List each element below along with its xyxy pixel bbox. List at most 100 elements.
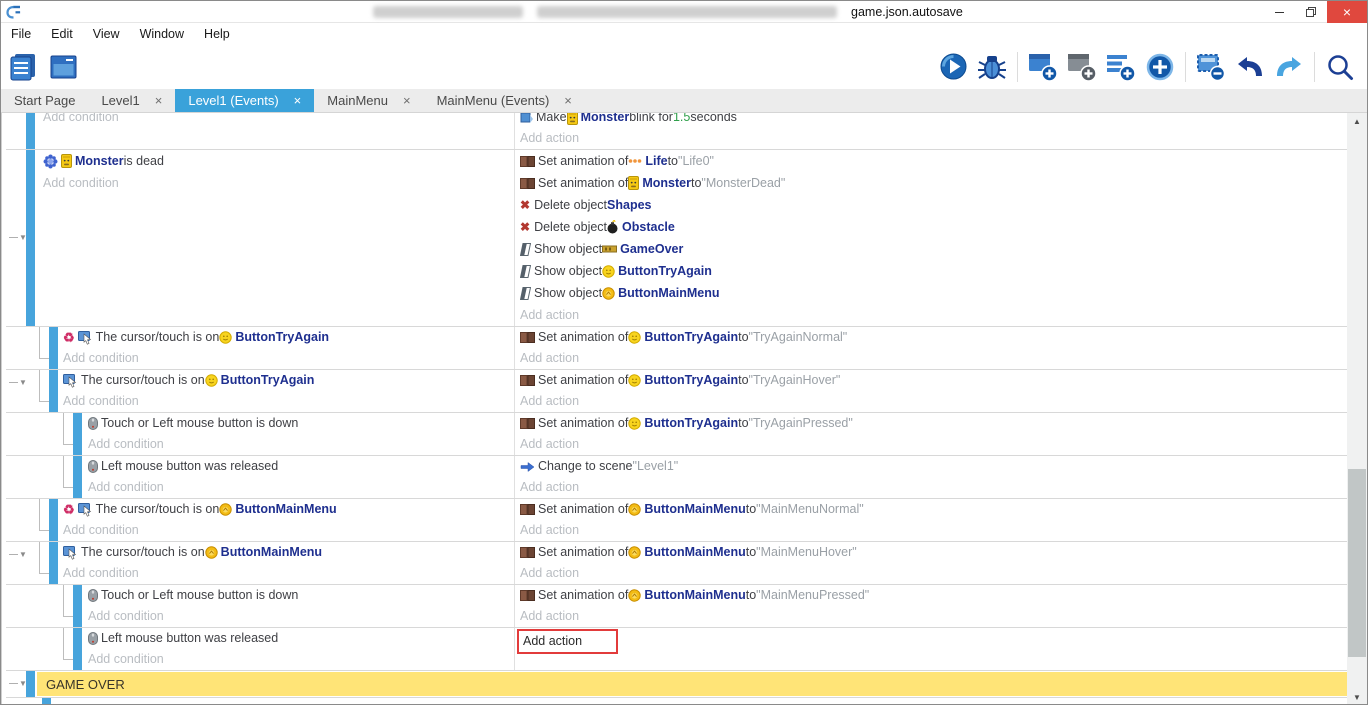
menu-edit[interactable]: Edit [41,27,83,41]
event-partial-top[interactable]: Add condition Make Monster blink for 1.5 … [6,113,1347,150]
conditions-column: Touch or Left mouse button is downAdd co… [6,413,514,455]
text-segment: to [738,370,748,391]
condition[interactable]: Touch or Left mouse button is down [88,585,514,606]
comment-event[interactable]: ▼ GAME OVER [6,671,1347,698]
condition[interactable]: Left mouse button was released [88,456,514,477]
add-plus-icon[interactable] [1143,49,1177,85]
condition[interactable]: The cursor/touch is on ButtonTryAgain [63,370,514,391]
animation-icon [520,418,535,429]
add-action-button[interactable]: Add action [520,606,1347,627]
menu-view[interactable]: View [83,27,130,41]
restore-button[interactable] [1295,1,1327,23]
event-cursor-not-on-mainmenu[interactable]: ♻The cursor/touch is on ButtonMainMenuAd… [6,499,1347,542]
action[interactable]: Show object GameOver [520,238,1347,260]
tab-level1[interactable]: Level1× [88,89,175,112]
event-mainmenu-mouse-down[interactable]: Touch or Left mouse button is downAdd co… [6,585,1347,628]
tab-close-icon[interactable]: × [564,93,572,108]
add-action-button[interactable]: Add action [520,477,1347,498]
menu-file[interactable]: File [1,27,41,41]
collapse-arrow-icon[interactable]: ▼ [9,550,27,559]
add-action-button[interactable]: Add action [520,520,1347,541]
action[interactable]: Set animation of ButtonTryAgain to "TryA… [520,370,1347,391]
tab-level1-events-[interactable]: Level1 (Events)× [175,89,314,112]
condition[interactable]: The cursor/touch is on ButtonMainMenu [63,542,514,563]
event-cursor-on-tryagain[interactable]: ▼The cursor/touch is on ButtonTryAgainAd… [6,370,1347,413]
action[interactable]: Make Monster blink for 1.5 seconds [520,113,1347,128]
menu-help[interactable]: Help [194,27,240,41]
tab-mainmenu-events-[interactable]: MainMenu (Events)× [424,89,585,112]
add-condition-button[interactable]: Add condition [63,391,514,412]
add-action-button[interactable]: Add action [520,434,1347,455]
condition[interactable]: Monster is dead [43,150,514,172]
action[interactable]: Change to scene "Level1" [520,456,1347,477]
collapse-arrow-icon[interactable]: ▼ [9,233,27,242]
undo-icon[interactable] [1233,49,1267,85]
events-scrollbar[interactable]: ▲ ▼ [1347,113,1367,705]
collapse-arrow-icon[interactable]: ▼ [9,679,27,688]
add-condition-button[interactable]: Add condition [88,434,514,455]
add-action-button[interactable]: Add action [520,563,1347,584]
remove-event-icon[interactable] [1194,49,1228,85]
add-condition-button[interactable]: Add condition [63,348,514,369]
tab-mainmenu[interactable]: MainMenu× [314,89,423,112]
tree-connector [39,542,49,574]
event-tryagain-mouse-down[interactable]: Touch or Left mouse button is downAdd co… [6,413,1347,456]
comment-text[interactable]: GAME OVER [37,672,1347,696]
add-condition-button[interactable]: Add condition [88,477,514,498]
event-tryagain-mouse-released[interactable]: Left mouse button was releasedAdd condit… [6,456,1347,499]
event-monster-is-dead[interactable]: ▼ Monster is deadAdd condition Set animati… [6,150,1347,327]
project-manager-icon[interactable] [7,49,41,85]
close-button[interactable]: × [1327,1,1367,23]
add-subevent-icon[interactable] [1065,49,1099,85]
actions-column: Set animation of ButtonMainMenu to "Main… [514,499,1347,541]
event-cursor-not-on-tryagain[interactable]: ♻The cursor/touch is on ButtonTryAgainAd… [6,327,1347,370]
action[interactable]: Set animation of ButtonTryAgain to "TryA… [520,413,1347,434]
action[interactable]: Set animation of ButtonMainMenu to "Main… [520,585,1347,606]
add-action-button[interactable]: Add action [520,348,1347,369]
event-mainmenu-mouse-released[interactable]: Left mouse button was releasedAdd condit… [6,628,1347,671]
minimize-button[interactable] [1263,1,1295,23]
action[interactable]: Set animation of Life to "Life0" [520,150,1347,172]
tab-close-icon[interactable]: × [155,93,163,108]
action[interactable]: ✖Delete object Obstacle [520,216,1347,238]
add-action-button-highlighted[interactable]: Add action [520,628,1347,654]
scroll-down-arrow[interactable]: ▼ [1347,689,1367,705]
condition[interactable]: ♻The cursor/touch is on ButtonMainMenu [63,499,514,520]
add-condition-button[interactable]: Add condition [43,172,514,194]
search-icon[interactable] [1323,49,1357,85]
action[interactable]: Show object ButtonTryAgain [520,260,1347,282]
add-action-button[interactable]: Add action [520,391,1347,412]
action[interactable]: ✖Delete object Shapes [520,194,1347,216]
tab-close-icon[interactable]: × [403,93,411,108]
add-action-highlight-box[interactable]: Add action [517,629,618,654]
condition[interactable]: Touch or Left mouse button is down [88,413,514,434]
tab-start-page[interactable]: Start Page [1,89,88,112]
redo-icon[interactable] [1272,49,1306,85]
add-action-button[interactable]: Add action [520,304,1347,326]
add-comment-icon[interactable] [1104,49,1138,85]
scrollbar-thumb[interactable] [1348,469,1366,657]
action[interactable]: Set animation of Monster to "MonsterDead… [520,172,1347,194]
debug-icon[interactable] [975,49,1009,85]
action[interactable]: Set animation of ButtonMainMenu to "Main… [520,499,1347,520]
add-condition-button[interactable]: Add condition [63,563,514,584]
collapse-arrow-icon[interactable]: ▼ [9,378,27,387]
menu-window[interactable]: Window [130,27,194,41]
condition[interactable]: ♻The cursor/touch is on ButtonTryAgain [63,327,514,348]
action[interactable]: Show object ButtonMainMenu [520,282,1347,304]
add-condition-button[interactable]: Add condition [63,520,514,541]
add-condition-button[interactable]: Add condition [88,649,514,670]
add-event-icon[interactable] [1026,49,1060,85]
condition[interactable]: Left mouse button was released [88,628,514,649]
tab-close-icon[interactable]: × [294,93,302,108]
condition[interactable]: Add condition [43,113,514,128]
action[interactable]: Set animation of ButtonTryAgain to "TryA… [520,327,1347,348]
action[interactable]: Set animation of ButtonMainMenu to "Main… [520,542,1347,563]
play-icon[interactable] [936,49,970,85]
scroll-up-arrow[interactable]: ▲ [1347,113,1367,130]
add-condition-button[interactable]: Add condition [88,606,514,627]
event-cursor-on-mainmenu[interactable]: ▼The cursor/touch is on ButtonMainMenuAd… [6,542,1347,585]
start-page-icon[interactable] [47,49,81,85]
add-action-button[interactable]: Add action [520,128,1347,149]
text-segment: Delete object [534,216,607,238]
